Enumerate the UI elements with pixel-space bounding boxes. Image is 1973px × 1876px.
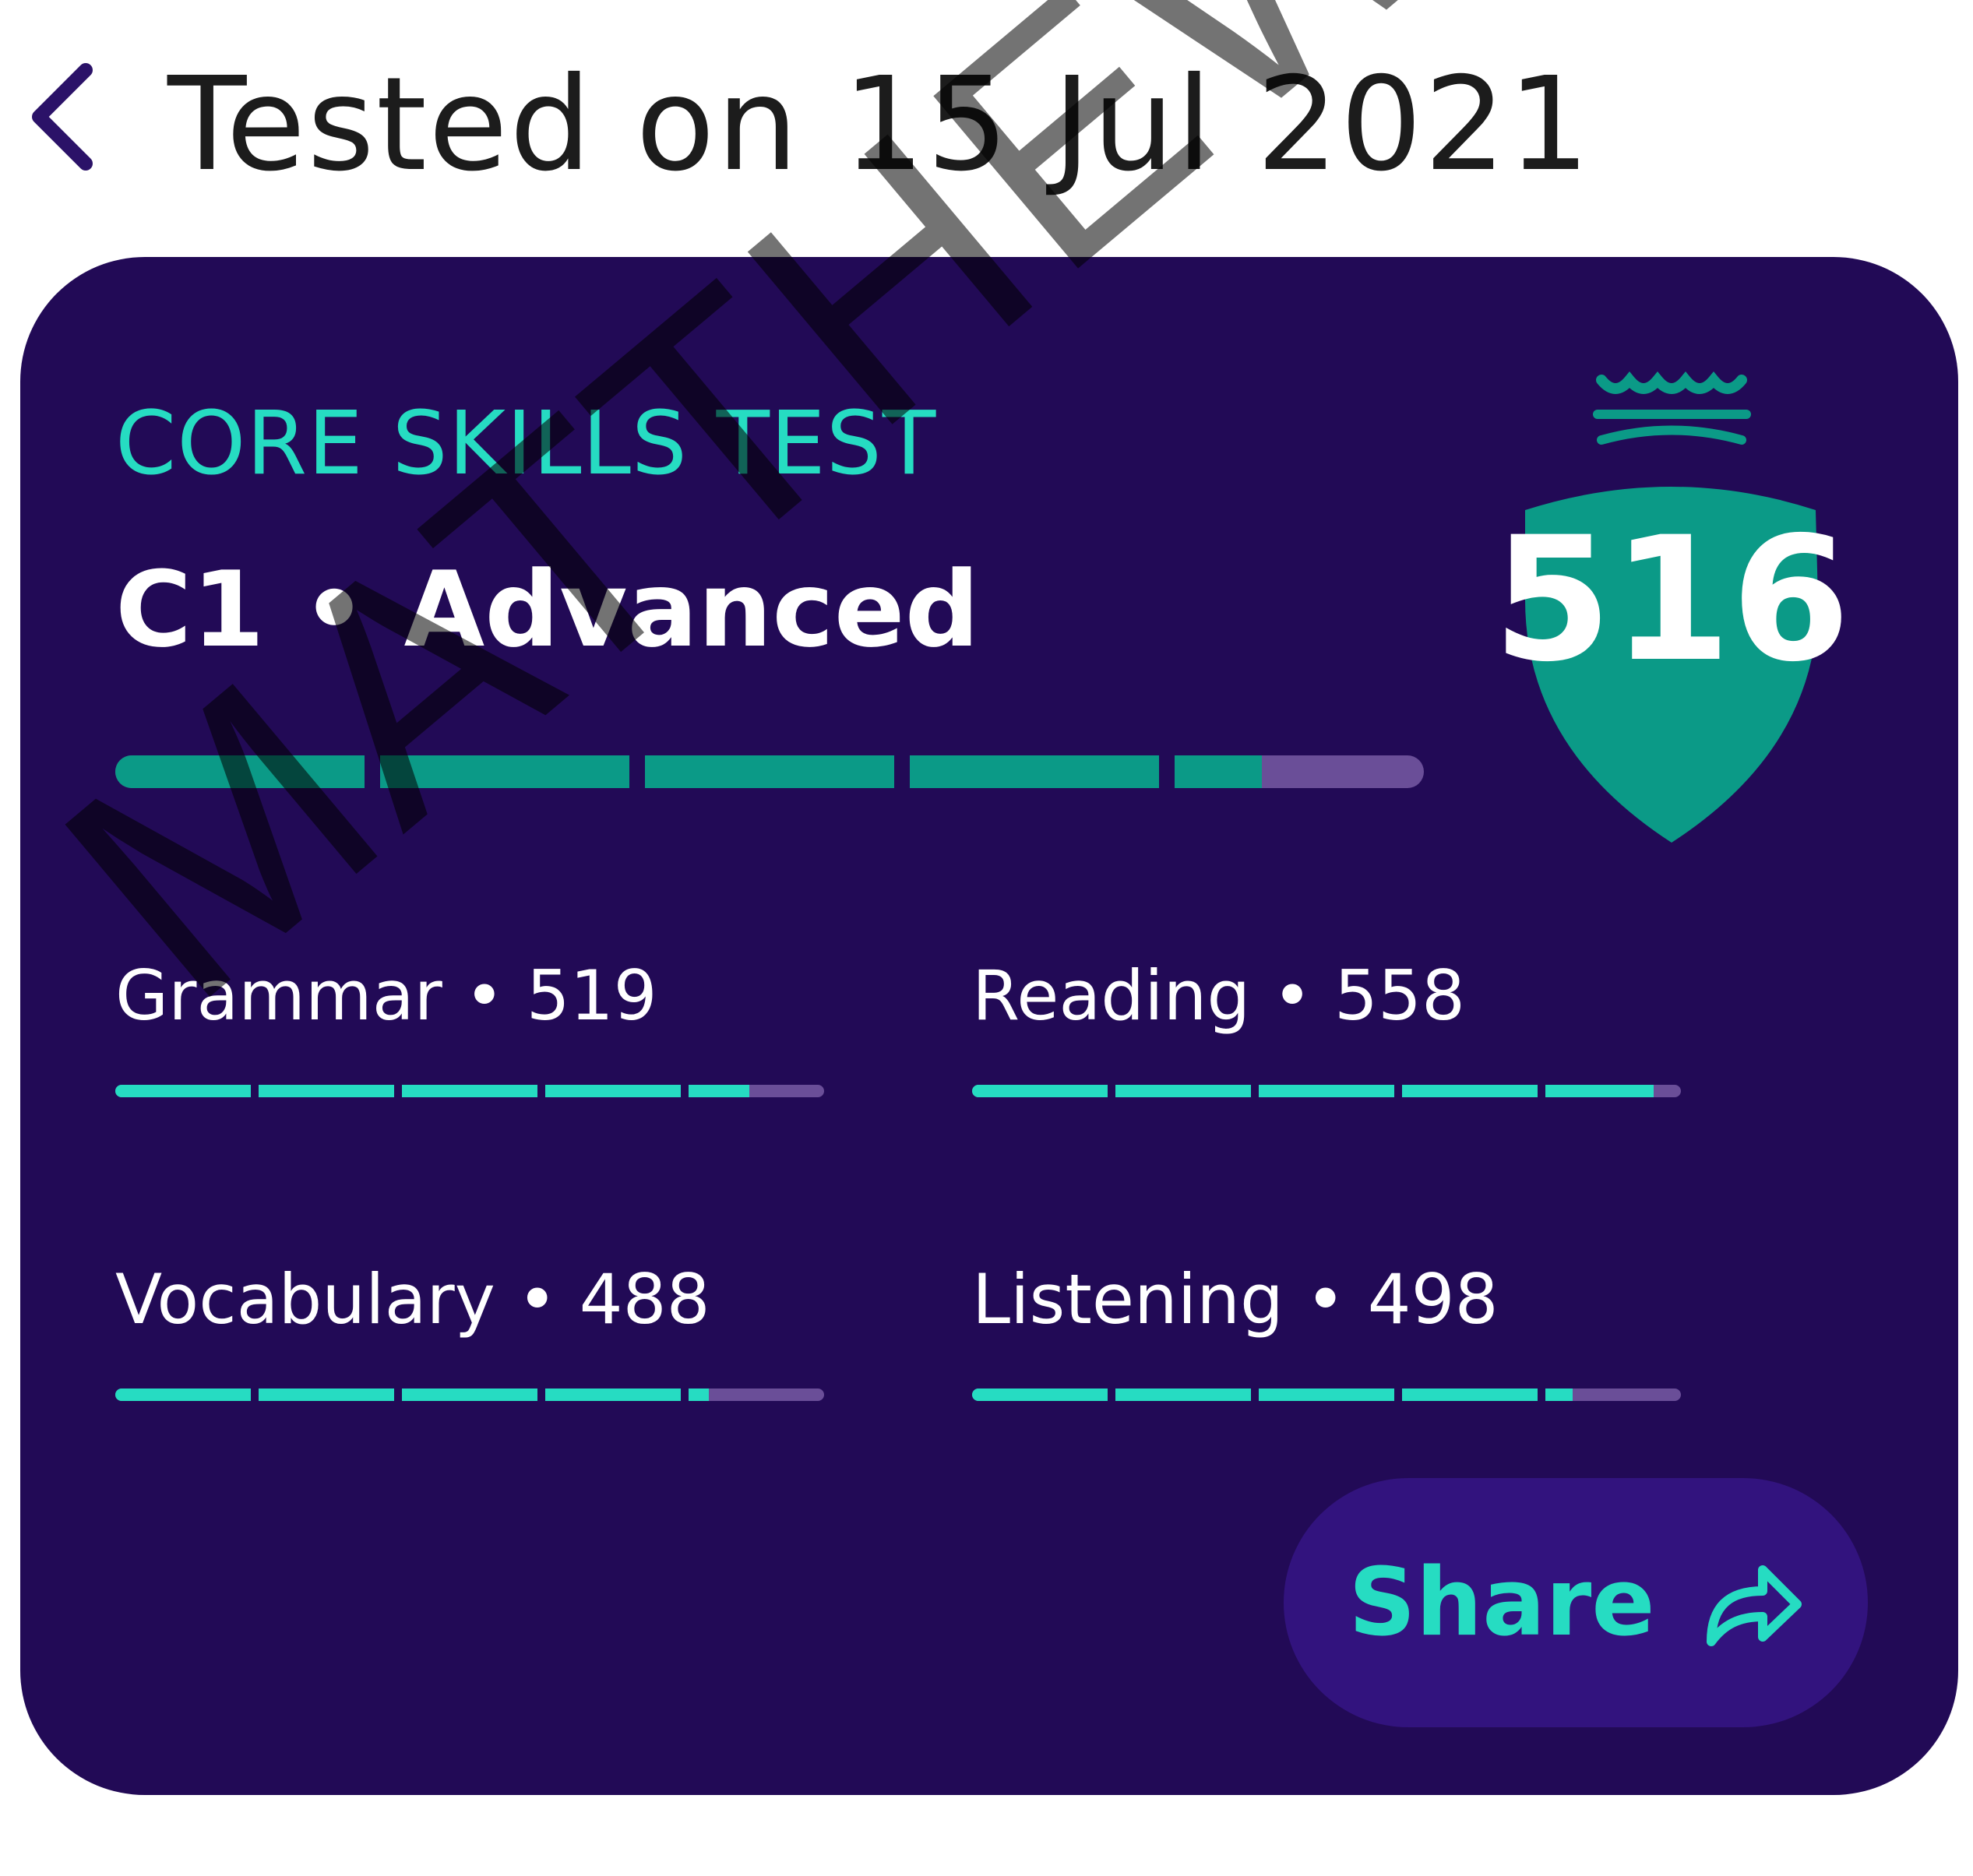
progress-segment	[1545, 1085, 1681, 1097]
progress-fill	[545, 1389, 681, 1401]
progress-fill	[545, 1085, 681, 1097]
share-arrow-icon	[1706, 1565, 1802, 1646]
result-card: CORE SKILLS TEST C1 • Advanced 516 Gramm…	[20, 257, 1958, 1795]
progress-segment	[402, 1085, 537, 1097]
progress-fill	[1175, 755, 1262, 788]
skill-vocabulary: Vocabulary • 488	[115, 1265, 824, 1401]
progress-fill	[972, 1389, 1108, 1401]
progress-fill	[1115, 1085, 1251, 1097]
share-button[interactable]: Share	[1284, 1478, 1868, 1727]
progress-segment	[972, 1085, 1108, 1097]
chevron-left-icon	[32, 63, 93, 171]
progress-segment	[689, 1085, 824, 1097]
score-badge: 516	[1485, 343, 1858, 872]
progress-segment	[402, 1389, 537, 1401]
progress-segment	[1545, 1389, 1681, 1401]
progress-segment	[545, 1085, 681, 1097]
progress-fill	[689, 1085, 750, 1097]
skill-label: Vocabulary • 488	[115, 1259, 710, 1339]
header: Tested on 15 Jul 2021	[0, 31, 1973, 202]
progress-segment	[1175, 755, 1424, 788]
progress-segment	[1115, 1389, 1251, 1401]
skill-reading: Reading • 558	[972, 962, 1681, 1097]
results-screen: Tested on 15 Jul 2021 CORE SKILLS TEST C…	[0, 0, 1973, 1876]
skill-label: Reading • 558	[972, 956, 1466, 1036]
progress-fill	[402, 1389, 537, 1401]
progress-fill	[645, 755, 894, 788]
progress-fill	[115, 1389, 251, 1401]
progress-fill	[1402, 1085, 1538, 1097]
overall-progress-bar	[115, 755, 1424, 788]
progress-fill	[1259, 1389, 1394, 1401]
overall-score: 516	[1492, 500, 1851, 699]
progress-segment	[380, 755, 629, 788]
progress-fill	[1545, 1389, 1573, 1401]
progress-fill	[689, 1389, 710, 1401]
progress-segment	[1402, 1389, 1538, 1401]
progress-segment	[259, 1085, 394, 1097]
progress-segment	[1259, 1389, 1394, 1401]
progress-segment	[645, 755, 894, 788]
skill-listening: Listening • 498	[972, 1265, 1681, 1401]
level-label: C1 • Advanced	[115, 549, 980, 671]
progress-fill	[259, 1085, 394, 1097]
progress-segment	[259, 1389, 394, 1401]
progress-segment	[115, 1389, 251, 1401]
skill-progress-bar	[115, 1389, 824, 1401]
page-title: Tested on 15 Jul 2021	[167, 50, 1592, 200]
progress-fill	[1402, 1389, 1538, 1401]
skill-progress-bar	[115, 1085, 824, 1097]
progress-segment	[1115, 1085, 1251, 1097]
share-label: Share	[1348, 1548, 1655, 1657]
progress-segment	[689, 1389, 824, 1401]
progress-segment	[115, 1085, 251, 1097]
progress-segment	[1402, 1085, 1538, 1097]
progress-fill	[380, 755, 629, 788]
progress-segment	[1259, 1085, 1394, 1097]
test-name: CORE SKILLS TEST	[115, 393, 937, 495]
progress-segment	[910, 755, 1159, 788]
skill-label: Listening • 498	[972, 1259, 1499, 1339]
skill-progress-bar	[972, 1085, 1681, 1097]
progress-segment	[972, 1389, 1108, 1401]
back-button[interactable]	[0, 55, 125, 179]
progress-fill	[1259, 1085, 1394, 1097]
progress-fill	[972, 1085, 1108, 1097]
progress-segment	[115, 755, 365, 788]
progress-fill	[910, 755, 1159, 788]
progress-segment	[545, 1389, 681, 1401]
skill-grammar: Grammar • 519	[115, 962, 824, 1097]
progress-fill	[1545, 1085, 1654, 1097]
progress-fill	[1115, 1389, 1251, 1401]
progress-fill	[402, 1085, 537, 1097]
skill-progress-bar	[972, 1389, 1681, 1401]
progress-fill	[115, 1085, 251, 1097]
skill-label: Grammar • 519	[115, 956, 657, 1036]
progress-fill	[115, 755, 365, 788]
progress-fill	[259, 1389, 394, 1401]
